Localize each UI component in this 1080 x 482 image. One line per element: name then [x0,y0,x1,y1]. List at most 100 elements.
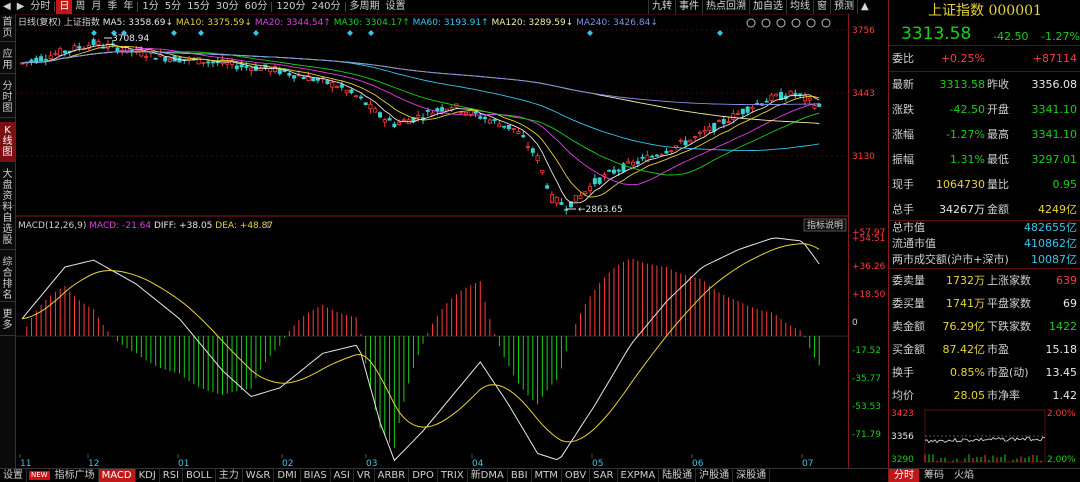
stat-label: 均价 [892,389,914,402]
candle-body [626,161,631,164]
mini-pct-bot: 2.00% [1047,455,1076,465]
period-tab[interactable]: 设置 [383,0,409,14]
month-tick-label: 04 [472,459,484,468]
indicator-tab[interactable]: 沪股通 [696,469,734,482]
top-tool-button[interactable]: 热点回溯 [702,0,749,14]
quote-tab[interactable]: 分时 [889,469,919,482]
period-tab[interactable]: 日 [56,0,73,14]
candle-body [549,194,554,203]
kline-macd-chart[interactable]: 日线(复权) 上证指数 MA5: 3358.69↓ MA10: 3375.59↓… [16,13,848,469]
stat-value: 1732万 [946,274,985,287]
indicator-tab[interactable]: RSI [160,469,184,482]
sidebar-item[interactable]: 自选股 [0,210,15,250]
indicator-tab[interactable]: 指标广场 [52,469,99,482]
indicator-tab[interactable]: BOLL [183,469,216,482]
top-tool-button[interactable]: 窗 [813,0,830,14]
indicator-tab[interactable]: SAR [590,469,618,482]
quote-label: 最低 [987,153,1009,166]
quote-label: 涨跌 [892,103,914,116]
period-tab[interactable]: 120分 [273,0,308,14]
period-tab[interactable]: 周 [72,0,88,14]
indicator-tab[interactable]: BBI [508,469,532,482]
indicator-tab[interactable]: 新DMA [468,469,508,482]
cap-label: 两市成交额(沪市+深市) [892,253,1009,266]
sidebar-item[interactable]: 应用 [0,46,15,74]
indicator-tab[interactable]: W&R [243,469,275,482]
candle-body [62,50,67,54]
candle-body [588,185,593,192]
top-tool-button[interactable]: 均线 [786,0,813,14]
macd-dropdown-icon[interactable]: ⇕ [264,221,272,231]
period-tab[interactable]: 1分 [139,0,161,14]
sidebar-item[interactable]: 更多 [0,306,15,336]
month-tick-label: 05 [592,459,603,468]
nav-forward-button[interactable]: ▶ [14,0,28,14]
top-tool-button[interactable]: 事件 [675,0,702,14]
candle-body [487,119,492,124]
candle-body [578,195,583,199]
indicator-tab[interactable]: VR [354,469,375,482]
price-row: 3313.58 -42.50 -1.27% [889,22,1080,46]
mini-mid-label: 3356 [891,432,914,442]
candle-body [210,61,215,64]
stat-row: 卖金额 76.29亿 下跌家数 1422 [889,315,1080,338]
macd-axis-label: +54.51 [852,234,886,244]
indicator-tab[interactable]: MTM [532,469,562,482]
collapse-icon[interactable]: ▲ [857,0,872,14]
ma-legend-item: MA20: 3344.54↑ [255,18,334,28]
candle-body [554,196,559,204]
indicator-tab[interactable]: EXPMA [618,469,660,482]
indicator-tab[interactable]: OBV [562,469,591,482]
indicator-tab[interactable]: 主力 [216,469,243,482]
period-tab[interactable]: 15分 [184,0,213,14]
sidebar-item[interactable]: 综合排名 [0,254,15,302]
period-tab[interactable]: 240分 [308,0,343,14]
quote-tab[interactable]: 筹码 [919,469,949,482]
indicator-tab[interactable]: 设置 [0,469,27,482]
indicator-tab[interactable]: 深股通 [733,469,771,482]
chart-area[interactable]: 日线(复权) 上证指数 MA5: 3358.69↓ MA10: 3375.59↓… [16,13,848,469]
period-tab[interactable]: 5分 [162,0,184,14]
stat-row: 均价 28.05 市净率 1.42 [889,384,1080,407]
month-tick-label: 01 [178,459,189,468]
indicator-tab[interactable]: ARBR [375,469,410,482]
quote-tab[interactable]: 火焰 [949,469,979,482]
indicator-tab[interactable]: BIAS [301,469,331,482]
indicator-tab[interactable]: 陆股通 [659,469,697,482]
candle-body [163,57,168,62]
indicator-tab[interactable]: DPO [409,469,438,482]
period-tab[interactable]: 60分 [242,0,271,14]
period-tab[interactable]: 多周期 [347,0,383,14]
stat-value: 28.05 [953,389,986,402]
indicator-tab[interactable]: MACD [98,469,136,482]
indicator-tab[interactable]: ASI [331,469,354,482]
month-tick-label: 03 [366,459,377,468]
candle-body [368,103,373,110]
sidebar-item[interactable]: 大盘资料 [0,166,15,213]
indicator-tab[interactable]: KDJ [136,469,160,482]
sidebar-item[interactable]: 分时图 [0,78,15,118]
sidebar-item[interactable]: K线图 [0,122,15,162]
period-tab[interactable]: 分时 [27,0,53,14]
candle-body [526,146,531,148]
indicator-tab[interactable]: TRIX [438,469,468,482]
nav-back-button[interactable]: ◀ [0,0,14,14]
sidebar-item[interactable]: 首页 [0,14,15,42]
candle-body [683,140,688,146]
quote-tabs: 分时 筹码 火焰 [889,468,1080,482]
candle-body [745,106,750,113]
top-tool-button[interactable]: 加自选 [749,0,786,14]
period-tab[interactable]: 30分 [213,0,242,14]
mini-intraday-chart[interactable]: 3423 3356 3290 2.00% 2.00% [889,408,1080,468]
indicator-tab[interactable]: DMI [274,469,301,482]
candle-body [497,123,502,128]
period-tab[interactable]: 季 [104,0,120,14]
top-tool-button[interactable]: 预测 [830,0,857,14]
period-tab[interactable]: 年 [120,0,136,14]
candle-body [731,113,736,120]
candle-body [478,116,483,119]
top-tool-button[interactable]: 九转 [648,0,675,14]
stat-value: 1741万 [946,297,985,310]
period-tab[interactable]: 月 [88,0,104,14]
cap-value: 482655亿 [1024,221,1077,234]
